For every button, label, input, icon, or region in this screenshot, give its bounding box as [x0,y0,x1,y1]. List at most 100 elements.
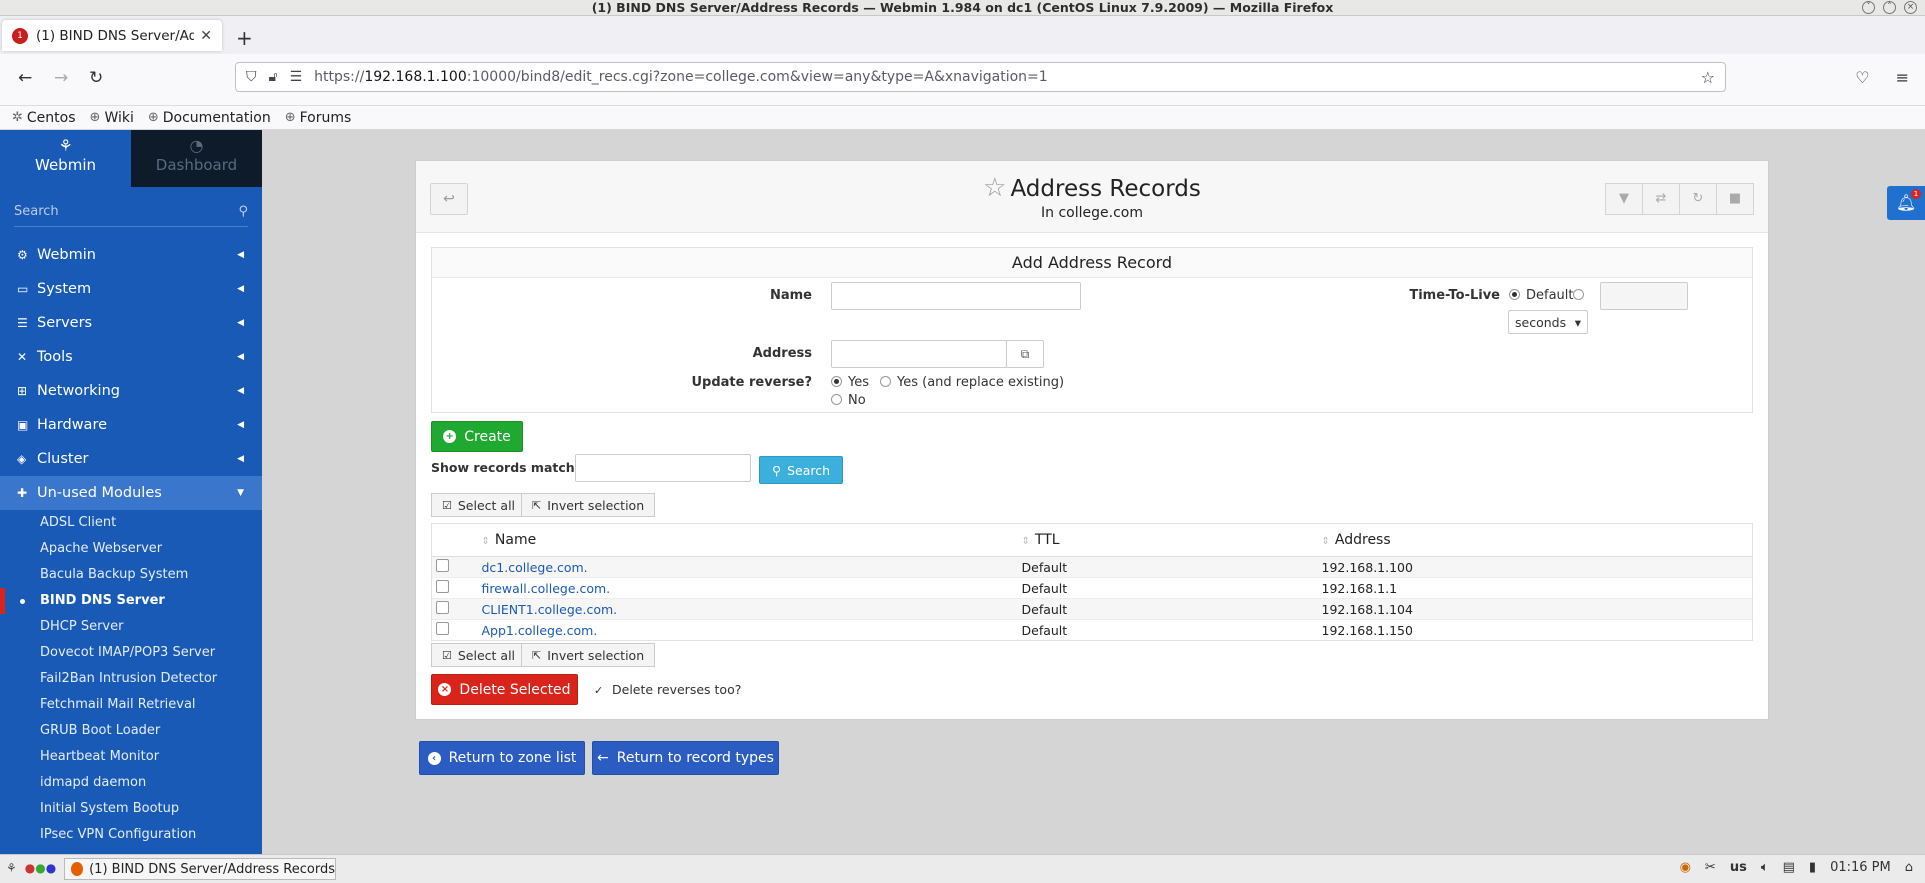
workspace-dots-icon[interactable]: ●●● [25,861,56,875]
tools-tray-icon[interactable]: ✂ [1705,860,1716,875]
sidebar-search[interactable]: Search ⚲ [14,197,248,227]
search-icon[interactable]: ⚲ [238,204,248,219]
address-input[interactable] [831,340,1007,368]
sidebar-item-tools[interactable]: ✕ Tools ◀ [0,340,262,374]
record-name-link[interactable]: App1.college.com. [482,623,598,638]
sidebar-item-cluster[interactable]: ◈ Cluster ◀ [0,442,262,476]
ttl-custom-radio[interactable] [1573,289,1584,300]
sidebar-item-webmin[interactable]: ⚙ Webmin ◀ [0,238,262,272]
sidebar-subitem[interactable]: Initial System Bootup [0,796,262,822]
clipboard-icon[interactable]: ▤ [1783,860,1795,875]
reverse-yes-option[interactable]: Yes [831,375,869,390]
row-checkbox[interactable] [436,622,449,635]
update-icon[interactable]: ◉ [1680,860,1691,875]
record-name-link[interactable]: CLIENT1.college.com. [482,602,618,617]
invert-selection-button[interactable]: ⇱ Invert selection [521,493,656,517]
reverse-replace-radio[interactable] [880,376,891,387]
sidebar-item-networking[interactable]: ⊞ Networking ◀ [0,374,262,408]
lock-warning-icon[interactable]: 🔓︎ [269,69,278,85]
return-zone-list-button[interactable]: ‹ Return to zone list [419,741,585,775]
record-name-link[interactable]: dc1.college.com. [482,560,588,575]
invert-selection-button-bottom[interactable]: ⇱ Invert selection [521,643,656,667]
sidebar-item-system[interactable]: ▭ System ◀ [0,272,262,306]
reload-icon[interactable]: ↻ [89,68,103,88]
transfer-icon[interactable]: ⇄ [1642,183,1680,215]
sidebar-subitem[interactable]: Apache Webserver [0,536,262,562]
sidebar-subitem[interactable]: GRUB Boot Loader [0,718,262,744]
name-input[interactable] [831,282,1081,310]
close-tab-icon[interactable]: ✕ [200,28,212,44]
bookmark-star-icon[interactable]: ☆ [1701,68,1715,87]
shield-icon[interactable]: ⛉ [246,69,257,85]
reverse-no-option[interactable]: No [831,393,866,408]
back-arrow-icon[interactable]: ← [18,68,32,88]
sidebar-item-unused-modules[interactable]: ✚ Un-used Modules ▼ [0,476,262,510]
delete-reverses-checkbox[interactable]: ✓ [594,684,606,697]
delete-selected-button[interactable]: × Delete Selected [431,674,578,705]
close-window-button[interactable]: × [1904,1,1917,14]
column-address[interactable]: ⇕ Address [1321,523,1753,557]
refresh-icon[interactable]: ↻ [1679,183,1717,215]
search-button[interactable]: ⚲ Search [759,456,843,484]
url-bar[interactable]: ⛉ 🔓︎ ☰ https://192.168.1.100:10000/bind8… [235,62,1726,92]
page-info-icon[interactable]: ☰ [290,69,303,85]
forward-arrow-icon[interactable]: → [54,68,68,88]
sidebar-search-input[interactable]: Search [14,204,59,219]
sidebar-item-servers[interactable]: ☰ Servers ◀ [0,306,262,340]
new-tab-icon[interactable]: + [236,26,253,50]
battery-icon[interactable]: ▮ [1809,860,1816,875]
reverse-no-radio[interactable] [831,394,842,405]
clock[interactable]: 01:16 PM [1830,860,1891,875]
back-button[interactable]: ↩ [430,183,468,215]
ttl-value-input[interactable] [1600,282,1688,310]
return-record-types-button[interactable]: ← Return to record types [592,741,779,775]
menu-icon[interactable]: ≡ [1896,68,1909,87]
sidebar-subitem[interactable]: Dovecot IMAP/POP3 Server [0,640,262,666]
copy-address-icon[interactable]: ⧉ [1006,340,1044,368]
sidebar-subitem[interactable]: DHCP Server [0,614,262,640]
notifications-button[interactable]: 🔔︎ 1 [1887,186,1925,220]
select-all-button-bottom[interactable]: ☑ Select all [431,643,527,667]
sidebar-subitem[interactable]: Fail2Ban Intrusion Detector [0,666,262,692]
keyboard-layout[interactable]: us [1730,860,1747,875]
create-button[interactable]: + Create [431,421,523,452]
volume-icon[interactable]: 🔈︎ [1761,860,1769,875]
url-text[interactable]: https://192.168.1.100:10000/bind8/edit_r… [314,69,1048,85]
sidebar-item-hardware[interactable]: ▣ Hardware ◀ [0,408,262,442]
show-desktop-icon[interactable]: ⌂ [1905,860,1913,875]
sidebar-subitem[interactable]: Fetchmail Mail Retrieval [0,692,262,718]
ttl-default-option[interactable]: Default [1509,288,1574,303]
reverse-replace-option[interactable]: Yes (and replace existing) [880,375,1064,390]
filter-icon[interactable]: ▼ [1605,183,1643,215]
row-checkbox[interactable] [436,580,449,593]
sidebar-subitem[interactable]: Bacula Backup System [0,562,262,588]
column-ttl[interactable]: ⇕ TTL [1021,523,1322,557]
column-name[interactable]: ⇕ Name [481,523,1022,557]
taskbar-firefox-task[interactable]: (1) BIND DNS Server/Address Records [64,858,336,880]
favorite-star-icon[interactable]: ☆ [983,173,1006,203]
sidebar-tab-dashboard[interactable]: ◔ Dashboard [131,130,262,187]
sidebar-subitem[interactable]: ADSL Client [0,510,262,536]
pocket-icon[interactable]: ♡ [1855,68,1869,87]
sidebar-subitem[interactable]: IPsec VPN Configuration [0,822,262,848]
delete-reverses-option[interactable]: ✓ Delete reverses too? [594,682,741,697]
row-checkbox[interactable] [436,559,449,572]
maximize-button[interactable]: ˄ [1883,1,1896,14]
records-filter-input[interactable] [575,454,751,482]
apps-menu-icon[interactable]: ⚘ [6,861,17,875]
sidebar-tab-webmin[interactable]: ⚘ Webmin [0,130,131,187]
record-name-link[interactable]: firewall.college.com. [482,581,611,596]
bookmark-forums[interactable]: ⊕ Forums [285,110,352,126]
select-all-button[interactable]: ☑ Select all [431,493,527,517]
sidebar-subitem[interactable]: Heartbeat Monitor [0,744,262,770]
ttl-custom-option[interactable] [1573,288,1590,303]
stop-icon[interactable]: ■ [1716,183,1754,215]
sidebar-subitem[interactable]: idmapd daemon [0,770,262,796]
bookmark-wiki[interactable]: ⊕ Wiki [90,110,134,126]
row-checkbox[interactable] [436,601,449,614]
browser-tab[interactable]: 1 (1) BIND DNS Server/Address Records ✕ [2,20,222,51]
reverse-yes-radio[interactable] [831,376,842,387]
minimize-button[interactable]: ˅ [1862,1,1875,14]
ttl-unit-select[interactable]: seconds ▾ [1508,310,1588,334]
sidebar-subitem-current[interactable]: BIND DNS Server [0,588,262,614]
